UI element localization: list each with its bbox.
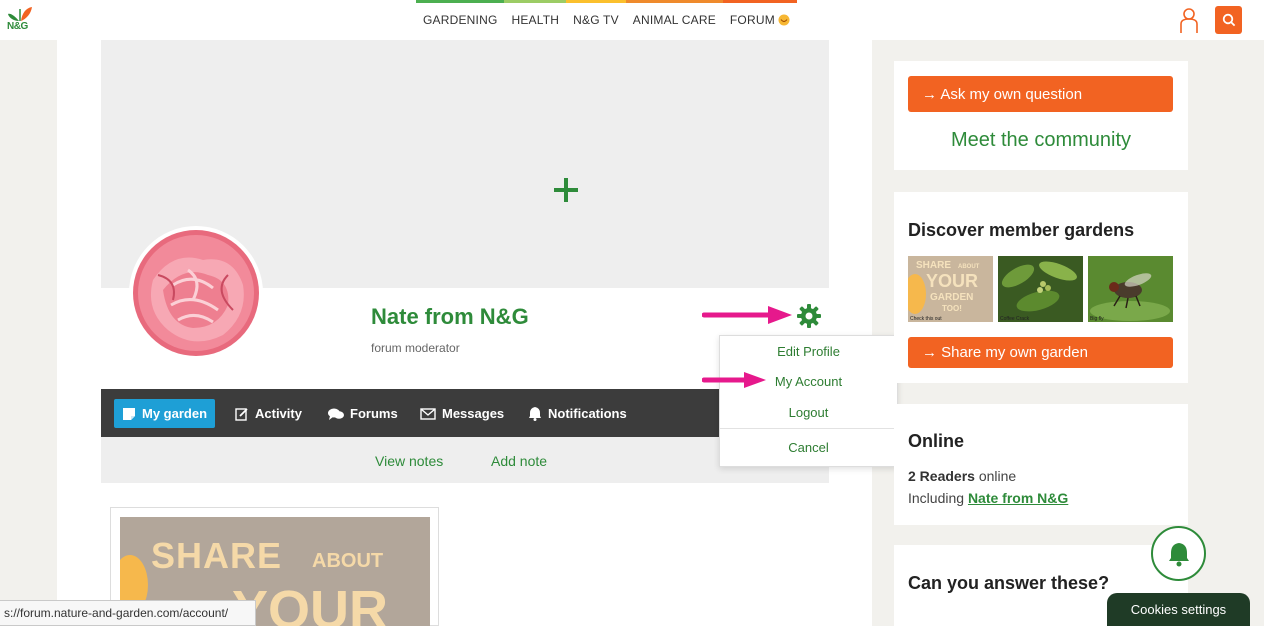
nav-item-ng-tv[interactable]: N&G TV: [566, 0, 626, 40]
main-nav: GARDENING HEALTH N&G TV ANIMAL CARE FORU…: [416, 0, 797, 40]
readers-online: 2 Readers online: [908, 468, 1017, 484]
profile-role: forum moderator: [371, 341, 460, 355]
profile-name: Nate from N&G: [371, 304, 529, 329]
edit-profile-menu-item[interactable]: Edit Profile: [720, 344, 897, 359]
tab-messages[interactable]: Messages: [412, 399, 512, 428]
ask-question-button[interactable]: → Ask my own question: [908, 76, 1173, 112]
cookies-settings-button[interactable]: Cookies settings: [1107, 593, 1250, 626]
avatar-image: [133, 230, 259, 356]
status-bar-url: s://forum.nature-and-garden.com/account/: [0, 600, 256, 626]
tab-my-garden[interactable]: My garden: [114, 399, 216, 428]
profile-settings-dropdown: Edit Profile My Account Logout Cancel: [719, 335, 898, 467]
add-note-link[interactable]: Add note: [491, 453, 547, 469]
view-notes-link[interactable]: View notes: [375, 453, 443, 469]
share-garden-button[interactable]: → Share my own garden: [908, 337, 1173, 368]
note-icon: [123, 407, 135, 420]
nav-item-forum[interactable]: FORUM: [722, 0, 797, 40]
garden-thumbnail[interactable]: Coffee Crack: [998, 256, 1083, 322]
envelope-icon: [420, 407, 436, 420]
nav-item-health[interactable]: HEALTH: [504, 0, 567, 40]
answer-questions-title: Can you answer these?: [908, 573, 1110, 593]
logout-menu-item[interactable]: Logout: [720, 405, 897, 420]
chat-icon: [328, 408, 344, 420]
menu-divider: [720, 428, 897, 429]
search-icon: [1222, 13, 1235, 27]
profile-tab-bar: My garden Activity Forums Messages Notif…: [101, 389, 719, 437]
garden-thumbnail[interactable]: Big fly: [1088, 256, 1173, 322]
including-users: Including Nate from N&G: [908, 490, 1069, 506]
nav-item-gardening[interactable]: GARDENING: [416, 0, 505, 40]
online-title: Online: [908, 431, 965, 451]
bell-icon: [1168, 542, 1189, 566]
logo-text: N&G: [7, 21, 28, 32]
notifications-bell-button[interactable]: [1151, 526, 1206, 581]
edit-icon: [235, 407, 248, 421]
arrow-annotation-icon: [702, 306, 792, 324]
tab-activity[interactable]: Activity: [227, 399, 310, 428]
meet-community-link[interactable]: Meet the community: [894, 129, 1188, 152]
arrow-annotation-icon: [702, 372, 766, 388]
cancel-menu-item[interactable]: Cancel: [720, 440, 897, 455]
member-gardens-card: Discover member gardens SHARE ABOUT YOUR…: [894, 192, 1188, 383]
top-navigation-bar: N&G GARDENING HEALTH N&G TV ANIMAL CARE …: [0, 0, 1264, 40]
ask-question-card: → Ask my own question Meet the community: [894, 61, 1188, 170]
avatar[interactable]: [129, 226, 263, 360]
member-gardens-title: Discover member gardens: [908, 220, 1135, 240]
plus-icon[interactable]: [552, 176, 580, 204]
site-logo[interactable]: N&G: [6, 5, 38, 33]
search-button[interactable]: [1215, 6, 1242, 34]
online-card: Online 2 Readers online Including Nate f…: [894, 404, 1188, 525]
tab-notifications[interactable]: Notifications: [520, 399, 635, 428]
online-user-link[interactable]: Nate from N&G: [968, 490, 1068, 506]
nav-item-animal-care[interactable]: ANIMAL CARE: [625, 0, 723, 40]
garden-thumbnail[interactable]: SHARE ABOUT YOUR GARDEN TOO! Check this …: [908, 256, 993, 322]
user-account-icon[interactable]: [1178, 6, 1200, 34]
tab-forums[interactable]: Forums: [320, 399, 406, 428]
gear-icon[interactable]: [797, 304, 821, 328]
bell-icon: [529, 407, 541, 421]
smiley-icon: [778, 14, 790, 26]
